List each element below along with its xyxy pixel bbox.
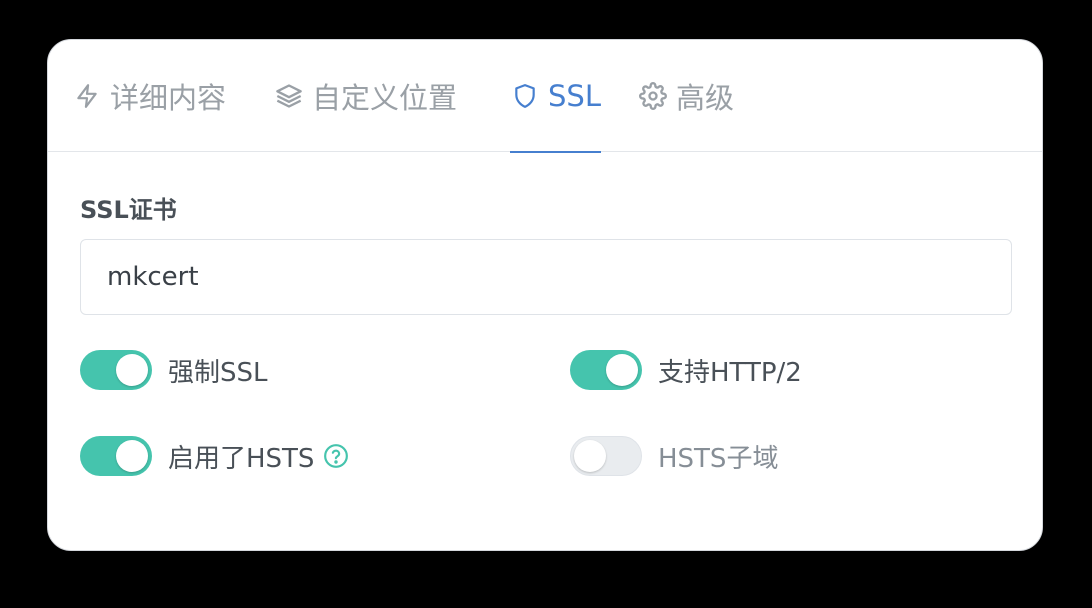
force-ssl-toggle[interactable] bbox=[80, 350, 152, 390]
tab-custom-locations-label: 自定义位置 bbox=[312, 81, 458, 115]
hsts-enabled-toggle[interactable] bbox=[80, 436, 152, 476]
http2-support-toggle[interactable] bbox=[570, 350, 642, 390]
hsts-subdomains-option: HSTS子域 bbox=[570, 436, 778, 476]
http2-support-option: 支持HTTP/2 bbox=[570, 350, 802, 390]
ssl-settings-card: 详细内容 自定义位置 SSL 高级 SSL证书 mkcert 强制SSL 支持H… bbox=[47, 39, 1043, 551]
hsts-subdomains-toggle[interactable] bbox=[570, 436, 642, 476]
toggle-knob bbox=[116, 440, 148, 472]
http2-support-label: 支持HTTP/2 bbox=[658, 357, 802, 388]
question-circle-icon[interactable] bbox=[322, 442, 350, 470]
force-ssl-label: 强制SSL bbox=[168, 357, 268, 388]
ssl-certificate-select[interactable]: mkcert bbox=[80, 239, 1012, 315]
hsts-enabled-option: 启用了HSTS bbox=[80, 436, 350, 476]
tab-advanced[interactable]: 高级 bbox=[638, 40, 734, 152]
gear-icon bbox=[638, 81, 668, 111]
layers-icon bbox=[274, 81, 304, 111]
toggle-knob bbox=[574, 440, 606, 472]
shield-icon bbox=[510, 81, 540, 111]
hsts-subdomains-label: HSTS子域 bbox=[658, 443, 779, 474]
ssl-certificate-label: SSL证书 bbox=[80, 196, 177, 224]
hsts-enabled-label: 启用了HSTS bbox=[168, 443, 315, 474]
tab-advanced-label: 高级 bbox=[676, 81, 735, 115]
tab-custom-locations[interactable]: 自定义位置 bbox=[274, 40, 457, 152]
lightning-icon bbox=[72, 81, 102, 111]
tab-ssl-label: SSL bbox=[548, 79, 601, 113]
ssl-certificate-value: mkcert bbox=[107, 262, 199, 292]
tab-ssl[interactable]: SSL bbox=[510, 40, 601, 153]
toggle-knob bbox=[606, 354, 638, 386]
tab-details[interactable]: 详细内容 bbox=[72, 40, 226, 152]
toggle-knob bbox=[116, 354, 148, 386]
tab-details-label: 详细内容 bbox=[110, 81, 227, 115]
tab-bar: 详细内容 自定义位置 SSL 高级 bbox=[48, 40, 1042, 153]
force-ssl-option: 强制SSL bbox=[80, 350, 268, 390]
